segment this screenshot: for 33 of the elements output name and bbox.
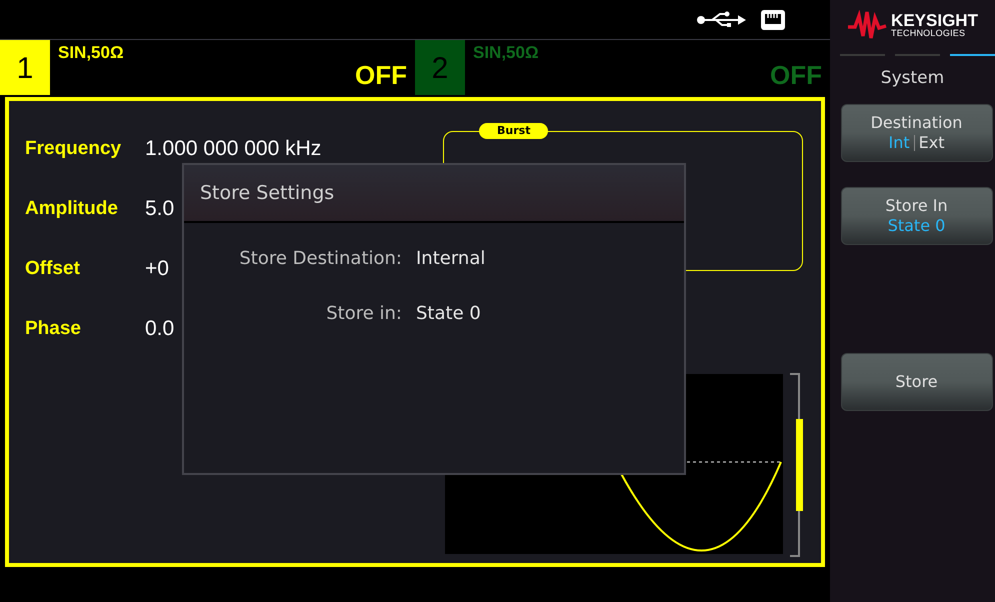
channel-number[interactable]: 1 (0, 40, 50, 95)
parameter-value: 0.0 (145, 316, 174, 342)
usb-icon (696, 10, 748, 30)
destination-softkey[interactable]: Destination Int Ext (840, 104, 992, 162)
parameter-label[interactable]: Phase (25, 314, 145, 344)
waveform-label: SIN,50Ω (473, 42, 539, 64)
store-in-softkey[interactable]: Store In State 0 (840, 186, 992, 244)
waveform-label: SIN,50Ω (58, 42, 124, 64)
parameter-value: 5.0 (145, 196, 174, 222)
parameter-label[interactable]: Offset (25, 254, 145, 284)
softkey-label: Destination (870, 112, 962, 132)
output-state: OFF (355, 59, 407, 92)
parameter-label[interactable]: Frequency (25, 134, 145, 164)
menu-title: System (880, 67, 944, 90)
field-label: Store in: (325, 302, 402, 326)
field-value: Internal (416, 247, 486, 271)
parameter-value: +0 (145, 256, 169, 282)
brand-subtitle: TECHNOLOGIES (891, 29, 966, 38)
parameter-label[interactable]: Amplitude (25, 194, 145, 224)
brand-name: KEYSIGHT (891, 12, 978, 29)
field-value: State 0 (416, 302, 482, 326)
dialog-title: Store Settings (200, 180, 334, 206)
parameter-value: 1.000 000 000 kHz (145, 136, 322, 162)
softkey-label: Store In (885, 196, 948, 216)
network-port-icon (760, 8, 786, 30)
wave-logo-icon (847, 10, 888, 40)
burst-badge: Burst (479, 123, 548, 139)
output-state: OFF (770, 59, 822, 92)
softkey-value: State 0 (888, 216, 946, 236)
store-softkey[interactable]: Store (840, 352, 992, 410)
toggle-option: Int (888, 132, 910, 152)
toggle-option: Ext (918, 132, 944, 152)
field-label: Store Destination: (238, 247, 402, 271)
